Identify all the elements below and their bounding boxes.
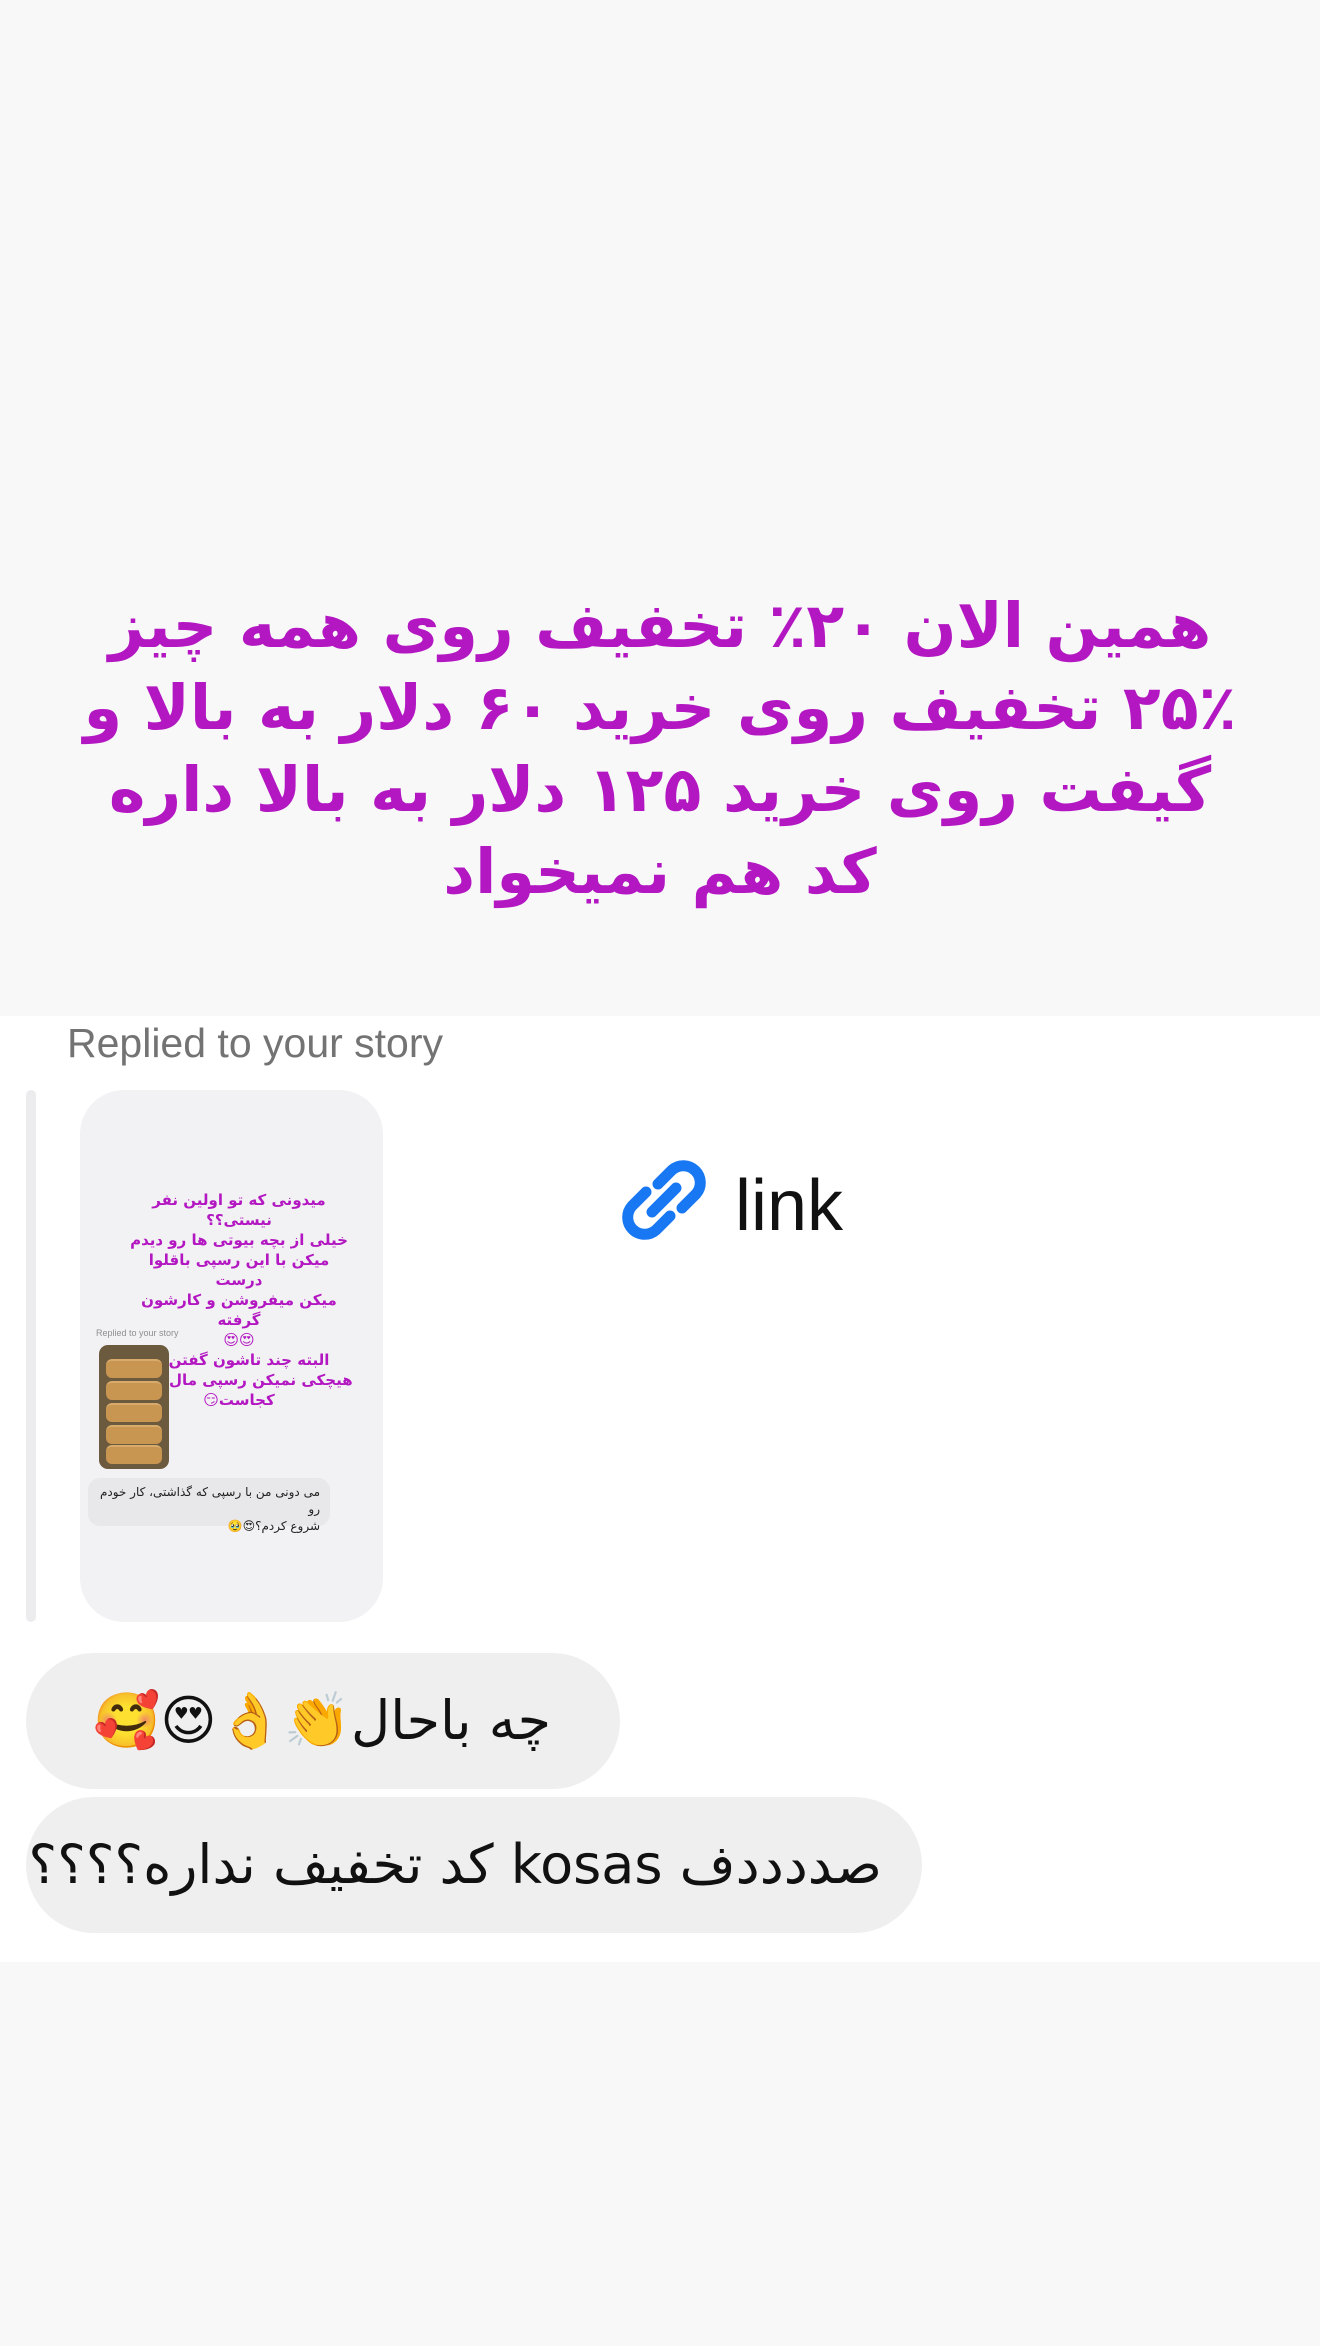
message-bubble[interactable]: صددددف kosas کد تخفیف نداره؟؟؟؟ [26, 1797, 922, 1933]
replied-to-story-label: Replied to your story [67, 1020, 444, 1066]
story-preview[interactable]: همین الان ۲۰٪ تخفیف روی همه چیز ۲۵٪ تخفی… [0, 0, 1320, 1016]
replied-story-message: می دونی من با رسپی که گذاشتی، کار خودم ر… [88, 1478, 330, 1533]
link-icon[interactable] [614, 1150, 714, 1250]
baklava-photo-thumbnail [99, 1345, 169, 1469]
link-label[interactable]: link [735, 1166, 843, 1246]
replied-story-card[interactable]: میدونی که تو اولین نفر نیستی؟؟ خیلی از ب… [80, 1090, 383, 1622]
story-text: همین الان ۲۰٪ تخفیف روی همه چیز ۲۵٪ تخفی… [83, 589, 1237, 908]
message-bubble[interactable]: چه باحال👏👌😍🥰 [26, 1653, 620, 1789]
replied-story-inner-label: Replied to your story [96, 1328, 179, 1338]
reply-quote-bar [26, 1090, 36, 1622]
chat-background [0, 1962, 1320, 2346]
